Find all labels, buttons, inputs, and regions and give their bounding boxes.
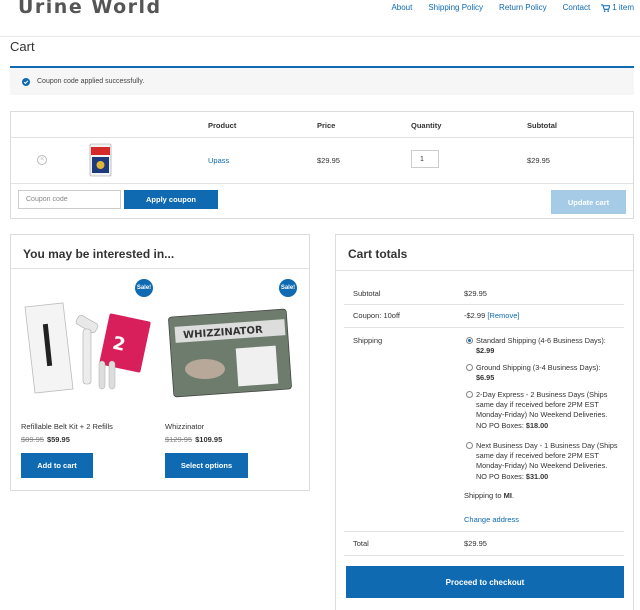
option-text: Ground Shipping (3-4 Business Days): [476,363,601,372]
divider [336,270,633,271]
shipping-option-next-day[interactable]: Next Business Day - 1 Business Day (Ship… [466,441,618,482]
total-label: Total [353,539,369,548]
new-price: $59.95 [46,435,70,444]
remove-icon[interactable]: × [37,155,47,165]
proceed-to-checkout-button[interactable]: Proceed to checkout [346,566,624,598]
remove-coupon-link[interactable]: [Remove] [487,311,519,320]
option-price: $6.95 [476,373,495,383]
change-address-link[interactable]: Change address [464,515,519,524]
quantity-input[interactable] [411,150,439,168]
radio-selected[interactable] [466,337,473,344]
header-product: Product [208,121,237,130]
product-card: Sale! 2 Refillable Belt Kit + 2 Refills … [21,277,153,487]
new-price: $109.95 [195,435,223,444]
nav-return-policy[interactable]: Return Policy [499,3,547,12]
option-price: $18.00 [525,420,549,430]
cross-sells-panel: You may be interested in... Sale! 2 Refi… [10,234,310,491]
cart-count: 1 item [612,3,634,12]
select-options-button[interactable]: Select options [165,453,248,478]
cart-icon [601,3,611,12]
option-price: $2.99 [476,346,495,356]
product-thumbnail[interactable] [89,143,112,177]
check-circle-icon [22,77,30,86]
old-price: $89.95 [21,435,44,444]
shipping-destination: Shipping to MI. [464,491,515,500]
product-image-belt-kit[interactable]: 2 [21,289,153,414]
coupon-amount: -$2.99 [464,311,486,320]
success-notice: Coupon code applied successfully. [10,66,634,95]
cart-totals-title: Cart totals [348,247,408,261]
site-header: Urine World About Shipping Policy Return… [0,0,640,37]
option-price: $31.00 [525,471,549,481]
main-nav: About Shipping Policy Return Policy Cont… [375,3,634,12]
cart-totals-panel: Cart totals Subtotal $29.95 Coupon: 10of… [335,234,634,610]
subtotal-label: Subtotal [353,289,381,298]
product-price: $29.95 [317,156,340,165]
divider [344,555,624,556]
product-subtotal: $29.95 [527,156,550,165]
coupon-label: Coupon: 10off [353,311,400,320]
divider [11,268,309,269]
header-quantity: Quantity [411,121,442,130]
header-price: Price [317,121,336,130]
site-logo[interactable]: Urine World [18,0,162,18]
table-row: × Upass $29.95 $29.95 [11,138,633,184]
cross-sells-title: You may be interested in... [23,247,175,261]
nav-about[interactable]: About [391,3,412,12]
product-price: $89.95 $59.95 [21,435,70,444]
header-subtotal: Subtotal [527,121,557,130]
apply-coupon-button[interactable]: Apply coupon [124,190,218,209]
shipping-option-standard[interactable]: Standard Shipping (4-6 Business Days): $… [466,336,618,356]
subtotal-value: $29.95 [464,289,487,298]
add-to-cart-button[interactable]: Add to cart [21,453,93,478]
nav-contact[interactable]: Contact [563,3,591,12]
update-cart-button[interactable]: Update cart [551,190,626,214]
divider [344,327,624,328]
product-name[interactable]: Whizzinator [165,422,204,431]
page-title: Cart [10,39,35,54]
shipping-option-2day[interactable]: 2-Day Express - 2 Business Days (Ships s… [466,390,618,431]
product-name[interactable]: Refillable Belt Kit + 2 Refills [21,422,113,431]
coupon-value: -$2.99 [Remove] [464,311,519,320]
radio[interactable] [466,364,473,371]
notice-text: Coupon code applied successfully. [37,78,145,85]
radio[interactable] [466,442,473,449]
ship-to-state: MI [503,491,512,500]
divider [344,531,624,532]
nav-shipping-policy[interactable]: Shipping Policy [428,3,483,12]
coupon-code-input[interactable] [18,190,121,209]
ship-to-prefix: Shipping to [464,491,502,500]
cart-table: Product Price Quantity Subtotal × Upass … [10,111,634,219]
shipping-option-ground[interactable]: Ground Shipping (3-4 Business Days): $6.… [466,363,618,383]
option-text: Standard Shipping (4-6 Business Days): [476,336,606,345]
cart-table-header: Product Price Quantity Subtotal [11,112,633,138]
shipping-label: Shipping [353,336,383,345]
radio[interactable] [466,391,473,398]
product-price: $129.95 $109.95 [165,435,222,444]
product-name-link[interactable]: Upass [208,156,229,165]
nav-cart[interactable]: 1 item [601,3,634,12]
product-card: Sale! WHIZZINATOR Whizzinator $129.95 $10… [165,277,297,487]
old-price: $129.95 [165,435,193,444]
product-image-whizzinator[interactable]: WHIZZINATOR [165,289,297,414]
divider [344,304,624,305]
total-value: $29.95 [464,539,487,548]
